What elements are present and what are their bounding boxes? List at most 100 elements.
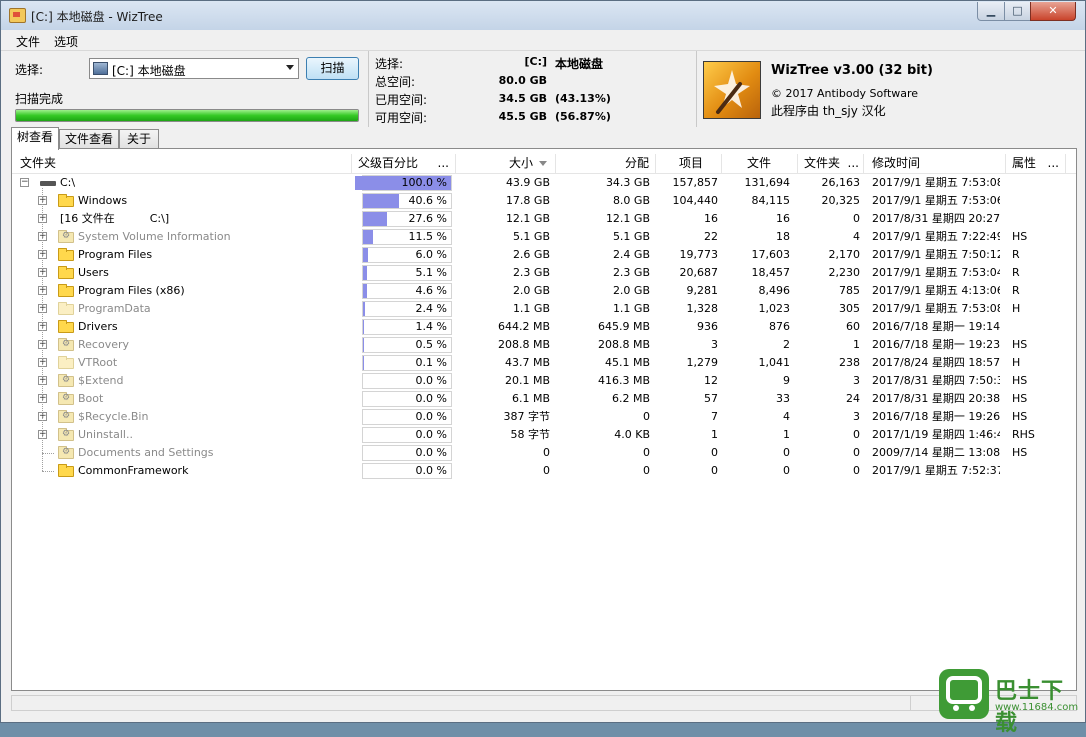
parent-percent-bar xyxy=(363,248,368,262)
table-row[interactable]: + VTRoot 0.1 % 43.7 MB 45.1 MB 1,279 1,041 238 2… xyxy=(12,354,1076,372)
collapse-toggle[interactable]: − xyxy=(20,178,29,187)
size-cell: 43.9 GB xyxy=(505,176,550,189)
table-row[interactable]: +$Extend0.0 %20.1 MB416.3 MB12932017/8/3… xyxy=(12,372,1076,390)
parent-percent-cell: 5.1 % xyxy=(362,265,452,281)
title-bar[interactable]: [C:] 本地磁盘 - WizTree ▁ □ ✕ xyxy=(1,1,1085,31)
table-row[interactable]: + Users 5.1 % 2.3 GB 2.3 GB 20,687 18,457 2,230… xyxy=(12,264,1076,282)
parent-percent-bar xyxy=(363,338,364,352)
folders-cell: 1 xyxy=(853,338,860,351)
free-space-percent: (56.87%) xyxy=(555,110,611,123)
attributes-cell xyxy=(1012,192,1062,210)
items-cell: 3 xyxy=(711,338,718,351)
files-cell: 18,457 xyxy=(751,266,791,279)
allocated-cell: 12.1 GB xyxy=(605,212,650,225)
table-row[interactable]: +$Recycle.Bin0.0 %387 字节07432016/7/18 星期… xyxy=(12,408,1076,426)
tab-about[interactable]: 关于 xyxy=(119,129,159,149)
table-row[interactable]: + Drivers 1.4 % 644.2 MB 645.9 MB 936 876 60 201… xyxy=(12,318,1076,336)
column-header-parent-percent[interactable]: 父级百分比 ... xyxy=(352,154,456,173)
parent-percent-bar xyxy=(363,194,399,208)
attributes-cell xyxy=(1012,210,1062,228)
table-row[interactable]: +Boot0.0 %6.1 MB6.2 MB5733242017/8/31 星期… xyxy=(12,390,1076,408)
attributes-cell: HS xyxy=(1012,446,1028,459)
tree-line xyxy=(42,453,54,454)
table-row[interactable]: + ProgramData 2.4 % 1.1 GB 1.1 GB 1,328 1,023 3… xyxy=(12,300,1076,318)
items-cell: 157,857 xyxy=(672,176,719,189)
drive-select[interactable]: [C:] 本地磁盘 xyxy=(89,58,299,79)
chevron-down-icon xyxy=(286,65,294,70)
folder-name: [16 文件在 C:\] xyxy=(60,212,170,225)
items-cell: 0 xyxy=(711,446,718,459)
files-cell: 18 xyxy=(776,230,790,243)
allocated-cell: 2.0 GB xyxy=(612,284,650,297)
parent-percent-bar xyxy=(363,320,364,334)
column-header-size[interactable]: 大小 xyxy=(456,154,556,173)
parent-percent-text: 0.0 % xyxy=(415,464,447,477)
modified-cell: 2016/7/18 星期一 19:26:4 xyxy=(872,410,1000,423)
table-row[interactable]: Documents and Settings 0.0 % 0 0 0 0 0 2009/7/1… xyxy=(12,444,1076,462)
tab-tree-view[interactable]: 树查看 xyxy=(11,127,59,150)
table-row[interactable]: + Windows 40.6 % 17.8 GB 8.0 GB 104,440 84,115… xyxy=(12,192,1076,210)
watermark: 巴士下载 www.11684.com xyxy=(939,669,1085,736)
scan-progress-bar xyxy=(15,109,359,122)
files-cell: 33 xyxy=(776,392,790,405)
table-row[interactable]: CommonFramework 0.0 % 0 0 0 0 0 2017/9/1 星期五 7:… xyxy=(12,462,1076,480)
table-row[interactable]: +System Volume Information11.5 %5.1 GB5.… xyxy=(12,228,1076,246)
parent-percent-text: 5.1 % xyxy=(415,266,447,279)
parent-percent-cell: 0.0 % xyxy=(362,445,452,461)
parent-percent-cell: 11.5 % xyxy=(362,229,452,245)
column-header-items[interactable]: 项目 xyxy=(656,154,722,173)
menu-file[interactable]: 文件 xyxy=(16,33,40,50)
files-cell: 1,041 xyxy=(758,356,791,369)
folder-name: Recovery xyxy=(78,338,130,351)
table-row[interactable]: +Recovery0.5 %208.8 MB208.8 MB3212016/7/… xyxy=(12,336,1076,354)
used-space-value: 34.5 GB xyxy=(498,92,547,105)
attributes-cell: RHS xyxy=(1012,428,1035,441)
allocated-cell: 45.1 MB xyxy=(604,356,650,369)
close-button[interactable]: ✕ xyxy=(1030,2,1076,21)
menu-options[interactable]: 选项 xyxy=(54,33,78,50)
folders-cell: 3 xyxy=(853,410,860,423)
folder-name: Documents and Settings xyxy=(78,446,214,459)
parent-percent-text: 0.0 % xyxy=(415,410,447,423)
folders-cell: 20,325 xyxy=(821,194,861,207)
allocated-cell: 208.8 MB xyxy=(597,338,650,351)
selected-label: 选择: xyxy=(375,57,404,71)
table-row[interactable]: +Uninstall..0.0 %58 字节4.0 KB1102017/1/19… xyxy=(12,426,1076,444)
size-cell: 20.1 MB xyxy=(504,374,550,387)
table-row[interactable]: + Program Files (x86) 4.6 % 2.0 GB 2.0 GB 9,2… xyxy=(12,282,1076,300)
column-header-folder[interactable]: 文件夹 xyxy=(12,154,352,173)
size-cell: 43.7 MB xyxy=(504,356,550,369)
table-row[interactable]: + Program Files 6.0 % 2.6 GB 2.4 GB 19,773 17,… xyxy=(12,246,1076,264)
modified-cell: 2016/7/18 星期一 19:23:3 xyxy=(872,338,1000,351)
divider xyxy=(368,51,369,127)
size-cell: 6.1 MB xyxy=(511,392,550,405)
status-divider xyxy=(910,696,911,710)
scan-button[interactable]: 扫描 xyxy=(306,57,359,80)
table-row[interactable]: − C:\ 100.0 % 43.9 GB 34.3 GB 157,857 131,694 2… xyxy=(12,174,1076,192)
folder-name: $Extend xyxy=(78,374,124,387)
parent-percent-text: 40.6 % xyxy=(408,194,447,207)
column-header-modified[interactable]: 修改时间 xyxy=(864,154,1006,173)
column-header-files[interactable]: 文件 xyxy=(722,154,798,173)
tree-view-panel: 文件夹 父级百分比 ... 大小 分配 项目 文件 文件夹 ... 修改时间 属… xyxy=(11,148,1077,691)
used-space-percent: (43.13%) xyxy=(555,92,611,105)
column-header-folders[interactable]: 文件夹 ... xyxy=(798,154,864,173)
parent-percent-cell: 0.1 % xyxy=(362,355,452,371)
size-cell: 2.0 GB xyxy=(512,284,550,297)
items-cell: 9,281 xyxy=(686,284,719,297)
attributes-cell: HS xyxy=(1012,338,1028,351)
system-folder-icon xyxy=(58,446,74,459)
maximize-button[interactable]: □ xyxy=(1004,2,1031,21)
table-row[interactable]: + [16 文件在 C:\] 27.6 % 12.1 GB 12.1 GB 16 16 0 20… xyxy=(12,210,1076,228)
minimize-button[interactable]: ▁ xyxy=(977,2,1005,21)
tree-line xyxy=(42,188,43,471)
tab-file-view[interactable]: 文件查看 xyxy=(59,129,119,149)
watermark-logo-icon xyxy=(939,669,989,719)
parent-percent-cell: 0.0 % xyxy=(362,373,452,389)
column-header-allocated[interactable]: 分配 xyxy=(556,154,656,173)
status-bar xyxy=(11,695,1077,711)
items-cell: 0 xyxy=(711,464,718,477)
items-cell: 7 xyxy=(711,410,718,423)
column-header-attributes[interactable]: 属性 ... xyxy=(1006,154,1066,173)
modified-cell: 2017/9/1 星期五 4:13:06 xyxy=(872,284,1000,297)
